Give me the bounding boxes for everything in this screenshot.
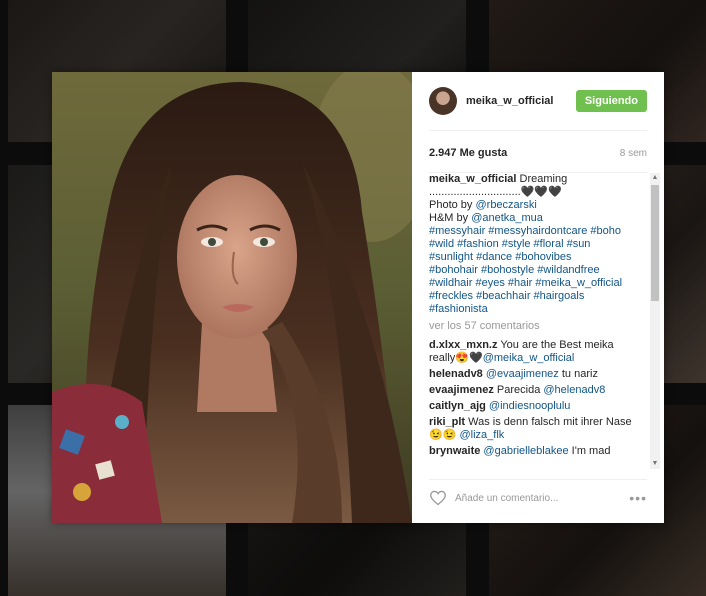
post-stats: 2.947 Me gusta 8 sem xyxy=(429,142,647,173)
mention-link[interactable]: @meika_w_official xyxy=(483,352,575,364)
comment-text: Parecida xyxy=(496,384,541,396)
hashtag-line[interactable]: #bohohair #bohostyle #wildandfree xyxy=(429,264,635,277)
scrollbar-thumb[interactable] xyxy=(651,185,659,301)
scroll-down-arrow-icon[interactable]: ▼ xyxy=(650,459,660,469)
mention-link[interactable]: @liza_flk xyxy=(459,429,504,441)
comment: brynwaite @gabrielleblakee I'm mad xyxy=(429,445,635,458)
mention-link[interactable]: @helenadv8 xyxy=(543,384,605,396)
mention-link[interactable]: @evaajimenez xyxy=(486,368,559,380)
caption-text: Photo by xyxy=(429,199,476,211)
caption-text: H&M by xyxy=(429,212,472,224)
comment-username[interactable]: helenadv8 xyxy=(429,368,483,380)
post-photo xyxy=(52,72,412,523)
mention-link[interactable]: @anetka_mua xyxy=(471,212,543,224)
hashtag-line[interactable]: #wildhair #eyes #hair #meika_w_official xyxy=(429,277,635,290)
post-modal: meika_w_official Siguiendo 2.947 Me gust… xyxy=(52,72,664,523)
hashtag-line[interactable]: #wild #fashion #style #floral #sun xyxy=(429,238,635,251)
add-comment-input[interactable]: Añade un comentario... xyxy=(455,493,629,504)
comment-username[interactable]: caitlyn_ajg xyxy=(429,400,486,412)
post-header: meika_w_official Siguiendo xyxy=(429,72,647,131)
comment-username[interactable]: d.xlxx_mxn.z xyxy=(429,339,497,351)
comments-scrollbar[interactable]: ▲ ▼ xyxy=(650,173,660,469)
hashtag-line[interactable]: #freckles #beachhair #hairgoals xyxy=(429,290,635,303)
caption: meika_w_official Dreaming ..............… xyxy=(429,173,635,316)
mention-link[interactable]: @gabrielleblakee xyxy=(483,445,568,457)
like-heart-icon[interactable] xyxy=(429,490,447,506)
hashtag-line[interactable]: #sunlight #dance #bohovibes xyxy=(429,251,635,264)
avatar[interactable] xyxy=(429,87,457,115)
comment: helenadv8 @evaajimenez tu nariz xyxy=(429,368,635,381)
post-footer: Añade un comentario... ••• xyxy=(429,479,647,516)
following-button[interactable]: Siguiendo xyxy=(575,90,647,112)
comment: evaajimenez Parecida @helenadv8 xyxy=(429,384,635,397)
comment: caitlyn_ajg @indiesnooplulu xyxy=(429,400,635,413)
more-options-icon[interactable]: ••• xyxy=(629,490,647,506)
comment-username[interactable]: riki_plt xyxy=(429,416,465,428)
comments-list: meika_w_official Dreaming ..............… xyxy=(429,173,635,471)
comment-text: I'm mad xyxy=(571,445,611,457)
username-link[interactable]: meika_w_official xyxy=(466,95,576,107)
likes-count[interactable]: 2.947 Me gusta xyxy=(429,147,507,159)
post-time[interactable]: 8 sem xyxy=(620,148,647,159)
comment-username[interactable]: brynwaite xyxy=(429,445,480,457)
hashtag-line[interactable]: #messyhair #messyhairdontcare #boho xyxy=(429,225,635,238)
caption-username[interactable]: meika_w_official xyxy=(429,173,516,185)
hashtag-line[interactable]: #fashionista xyxy=(429,303,635,316)
comment: d.xlxx_mxn.z You are the Best meika real… xyxy=(429,339,635,365)
view-all-comments-link[interactable]: ver los 57 comentarios xyxy=(429,320,635,333)
comment: riki_plt Was is denn falsch mit ihrer Na… xyxy=(429,416,635,442)
mention-link[interactable]: @rbeczarski xyxy=(475,199,536,211)
mention-link[interactable]: @indiesnooplulu xyxy=(489,400,571,412)
caption-text: Dreaming xyxy=(519,173,568,185)
comment-text: tu nariz xyxy=(561,368,598,380)
comment-username[interactable]: evaajimenez xyxy=(429,384,494,396)
caption-text: ..............................🖤🖤🖤 xyxy=(429,186,562,198)
post-sidebar: meika_w_official Siguiendo 2.947 Me gust… xyxy=(412,72,664,523)
scroll-up-arrow-icon[interactable]: ▲ xyxy=(650,173,660,183)
